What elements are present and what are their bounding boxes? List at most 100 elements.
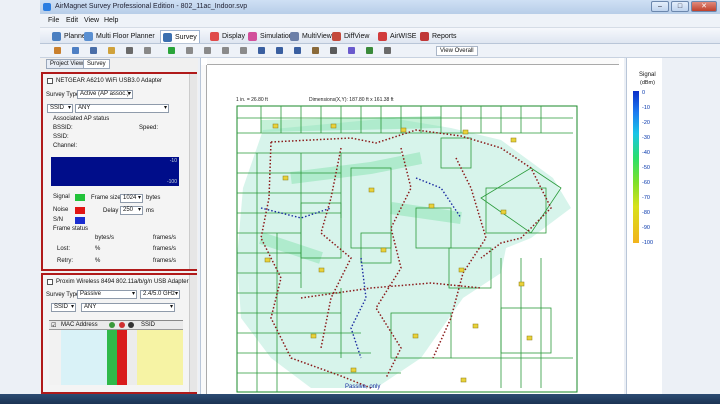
zoom-fit-icon[interactable] [294,47,301,54]
legend-tick: -10 [642,105,650,111]
tab-survey[interactable]: Survey [83,59,110,69]
speed-label: Speed: [139,125,159,131]
menu-view[interactable]: View [84,17,99,24]
tab-airwise[interactable]: AirWISE [376,30,418,43]
legend-tick: -30 [642,135,650,141]
legend-tick: 0 [642,90,646,96]
frame-status-label: Frame status [53,226,89,232]
main-tab-bar: Planner Multi Floor Planner Survey Display S… [40,28,720,44]
view-overall-dropdown[interactable]: View Overall [436,46,478,56]
close-button[interactable]: ✕ [691,1,717,12]
mac-address-header: MAC Address [61,322,98,328]
save-icon[interactable] [90,47,97,54]
retry-percent: % [95,258,101,264]
layers-icon[interactable] [384,47,391,54]
ap-list-table: ☑ MAC Address SSID [49,320,183,385]
pointer-icon[interactable] [54,47,61,54]
legend-tick: -40 [642,150,650,156]
menu-file[interactable]: File [48,17,59,24]
diffview-icon [332,32,341,41]
tab-label: Survey [175,33,197,41]
signal-color-bar [633,91,639,243]
tab-multi-floor-planner[interactable]: Multi Floor Planner [82,30,157,43]
legend-unit: (dBm) [640,80,655,86]
minimize-button[interactable]: – [651,1,669,12]
legend-tick: -50 [642,165,650,171]
zoom-out-icon[interactable] [276,47,283,54]
toolbar: View Overall [40,44,720,58]
ap-icon[interactable] [348,47,355,54]
adapter1-scrollbar[interactable] [189,74,197,269]
signal-label: Signal [53,194,70,200]
adapter2-survey-type-dropdown[interactable]: Passive [77,290,137,299]
window-title: AirMagnet Survey Professional Edition - … [55,3,248,10]
menu-edit[interactable]: Edit [66,17,78,24]
menu-bar: File Edit View Help [40,14,720,28]
print-icon[interactable] [126,47,133,54]
frame-size-dropdown[interactable]: 1024 [120,194,143,203]
adapter2-scrollbar[interactable] [189,275,197,392]
tab-survey[interactable]: Survey [160,30,200,43]
retry-frames-header: frames/s [153,258,177,264]
undo-icon[interactable] [144,47,151,54]
survey-type-dropdown[interactable]: Active (AP assoc.) [77,90,133,99]
tab-project-view[interactable]: Project View [46,59,88,69]
legend-tick: -60 [642,180,650,186]
legend-tick: -90 [642,225,650,231]
ssid-field-label: SSID: [53,134,69,140]
menu-help[interactable]: Help [104,17,118,24]
legend-tick: -20 [642,120,650,126]
tab-diffview[interactable]: DiffView [330,30,371,43]
adapter2-panel: Proxim Wireless 8494 802.11a/b/g/n USB A… [41,273,197,394]
channel-label: Channel: [53,143,78,149]
delay-label: Delay [103,208,119,214]
table-checkbox-header: ☑ [51,323,57,329]
tab-label: Display [222,33,245,40]
zoom-in-icon[interactable] [258,47,265,54]
sn-column-icon [128,322,134,328]
frame-size-label: Frame size [91,195,121,201]
record-icon[interactable] [204,47,211,54]
airwise-icon [378,32,387,41]
stop-icon[interactable] [186,47,193,54]
adapter2-survey-type-label: Survey Type [46,292,80,298]
delay-unit: ms [146,208,154,214]
tab-label: Reports [432,33,457,40]
floor-plan-map[interactable]: 1 in. = 26.80 ft Dimensions(X,Y): 187.80… [200,58,624,394]
tab-label: AirWISE [390,33,417,40]
graph-bottom-value: -100 [166,179,177,185]
hand-icon[interactable] [312,47,319,54]
adapter1-panel: NETGEAR A6210 WiFi USB3.0 Adapter Survey… [41,72,197,271]
adapter2-ssid-dropdown[interactable]: SSID [51,303,76,312]
delay-dropdown[interactable]: 250 [120,206,143,215]
tab-display[interactable]: Display [208,30,247,43]
new-file-icon[interactable] [72,47,79,54]
maximize-button[interactable]: □ [671,1,689,12]
frames-column-header: frames/s [153,235,177,241]
tab-reports[interactable]: Reports [418,30,459,43]
adapter1-checkbox[interactable] [47,78,53,84]
play-icon[interactable] [168,47,175,54]
adapter2-ssid-value[interactable]: ANY [81,303,175,312]
loop-icon[interactable] [240,47,247,54]
adapter2-checkbox[interactable] [47,279,53,285]
tab-multiview[interactable]: MultiView [288,30,334,43]
ssid-dropdown[interactable]: SSID [47,104,73,113]
tab-label: DiffView [344,33,370,40]
pause-icon[interactable] [222,47,229,54]
floor-plan-svg [236,105,578,393]
measure-icon[interactable] [366,47,373,54]
signal-column-icon [109,322,115,328]
display-icon [210,32,219,41]
adapter1-name: NETGEAR A6210 WiFi USB3.0 Adapter [56,78,163,84]
signal-graph: -10 -100 [51,157,179,186]
reports-icon [420,32,429,41]
map-overlay-text: Passive, only [345,384,381,390]
graph-top-value: -10 [169,158,177,164]
ssid-column-header: SSID [141,322,156,328]
open-icon[interactable] [108,47,115,54]
ssid-value-dropdown[interactable]: ANY [75,104,169,113]
grid-icon[interactable] [330,47,337,54]
band-dropdown[interactable]: 2.4/5.0 GHz [140,290,180,299]
windows-taskbar [0,394,720,404]
